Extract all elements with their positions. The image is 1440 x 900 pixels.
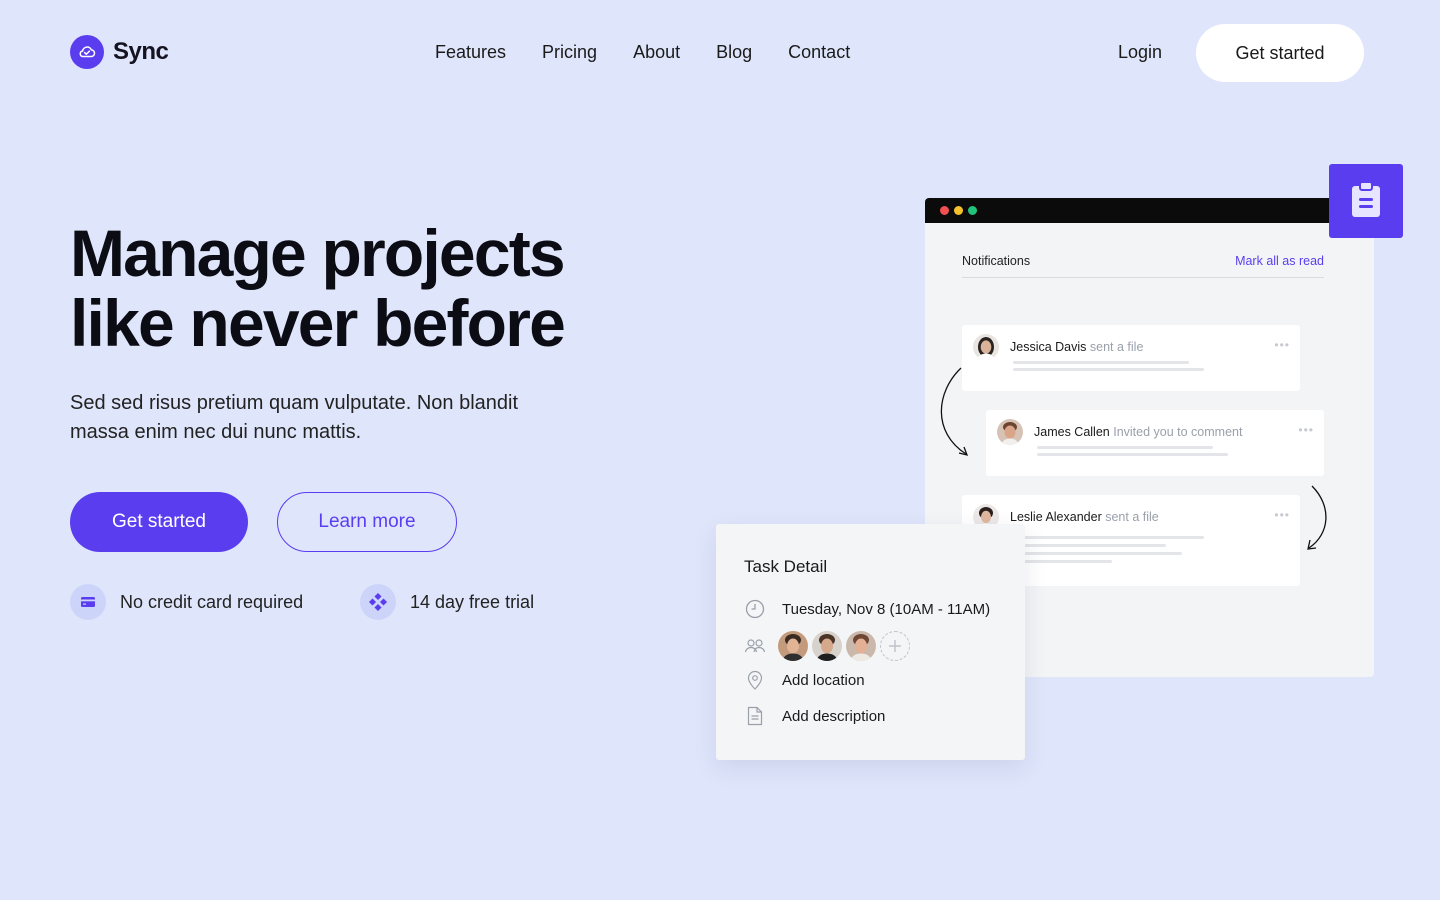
nav-features[interactable]: Features: [435, 42, 506, 63]
add-member-button[interactable]: [880, 631, 910, 661]
minimize-dot-icon: [954, 206, 963, 215]
notification-action: Invited you to comment: [1113, 425, 1243, 439]
users-icon: [744, 635, 766, 657]
placeholder-line: [1024, 552, 1182, 555]
mark-all-read-link[interactable]: Mark all as read: [1235, 254, 1324, 268]
notifications-header: Notifications Mark all as read: [962, 254, 1324, 278]
avatar[interactable]: [812, 631, 842, 661]
member-avatars: [778, 631, 910, 661]
placeholder-line: [1013, 361, 1189, 364]
placeholder-line: [1024, 560, 1112, 563]
task-description-row[interactable]: Add description: [744, 705, 885, 727]
perk-label: 14 day free trial: [410, 591, 535, 612]
notification-name: Leslie Alexander: [1010, 510, 1102, 524]
notifications-title: Notifications: [962, 254, 1031, 268]
perk-label: No credit card required: [120, 591, 304, 612]
location-pin-icon: [744, 669, 766, 691]
add-description-label: Add description: [782, 707, 886, 725]
header-get-started-button[interactable]: Get started: [1196, 24, 1364, 82]
task-members-row: [744, 631, 910, 661]
more-icon[interactable]: •••: [1274, 508, 1290, 522]
avatar: [973, 334, 999, 360]
avatar[interactable]: [846, 631, 876, 661]
nav-pricing[interactable]: Pricing: [542, 42, 597, 63]
curved-arrow-icon: [1307, 485, 1327, 550]
clipboard-badge: [1329, 164, 1403, 238]
placeholder-line: [1024, 536, 1204, 539]
close-dot-icon: [940, 206, 949, 215]
notification-action: sent a file: [1089, 340, 1144, 354]
avatar[interactable]: [778, 631, 808, 661]
placeholder-line: [1013, 368, 1204, 371]
perk-no-credit-card: No credit card required: [70, 584, 303, 620]
hero-title: Manage projects like never before: [70, 218, 630, 358]
brand-logo[interactable]: Sync: [70, 35, 169, 69]
learn-more-button[interactable]: Learn more: [277, 492, 457, 552]
window-titlebar: [925, 198, 1374, 223]
notification-action: sent a file: [1105, 510, 1159, 524]
hero-subtitle: Sed sed risus pretium quam vulputate. No…: [70, 392, 519, 443]
notification-text: Leslie Alexander sent a file: [1010, 510, 1159, 524]
add-location-label: Add location: [782, 671, 865, 689]
avatar: [997, 419, 1023, 445]
clipboard-icon: [1351, 180, 1381, 222]
diamond-grid-icon: [360, 584, 396, 620]
task-detail-title: Task Detail: [744, 557, 828, 576]
hero-title-line-1: Manage projects: [70, 216, 566, 290]
task-date-row[interactable]: Tuesday, Nov 8 (10AM - 11AM): [744, 598, 990, 620]
more-icon[interactable]: •••: [1298, 423, 1314, 437]
notification-name: Jessica Davis: [1010, 340, 1087, 354]
placeholder-line: [1037, 453, 1228, 456]
more-icon[interactable]: •••: [1274, 338, 1290, 352]
nav-contact[interactable]: Contact: [788, 42, 850, 63]
task-detail-card: Task Detail Tuesday, Nov 8 (10AM - 11AM): [716, 524, 1025, 760]
notification-text: Jessica Davis sent a file: [1010, 340, 1143, 354]
login-link[interactable]: Login: [1118, 42, 1162, 63]
notification-text: James Callen Invited you to comment: [1034, 425, 1242, 439]
document-icon: [744, 705, 766, 727]
main-nav: Features Pricing About Blog Contact: [435, 42, 850, 63]
cloud-check-icon: [70, 35, 104, 69]
nav-about[interactable]: About: [633, 42, 680, 63]
hero-title-line-2: like never before: [70, 286, 566, 360]
perk-free-trial: 14 day free trial: [360, 584, 534, 620]
task-location-row[interactable]: Add location: [744, 669, 865, 691]
placeholder-line: [1024, 544, 1166, 547]
task-date: Tuesday, Nov 8 (10AM - 11AM): [782, 600, 991, 618]
notification-name: James Callen: [1034, 425, 1110, 439]
nav-blog[interactable]: Blog: [716, 42, 752, 63]
credit-card-icon: [70, 584, 106, 620]
get-started-button[interactable]: Get started: [70, 492, 248, 552]
notification-card[interactable]: James Callen Invited you to comment •••: [986, 410, 1324, 476]
curved-arrow-icon: [940, 367, 969, 456]
clock-icon: [744, 598, 766, 620]
brand-name: Sync: [113, 38, 169, 65]
placeholder-line: [1037, 446, 1213, 449]
maximize-dot-icon: [968, 206, 977, 215]
plus-icon: [889, 640, 901, 652]
notification-card[interactable]: Jessica Davis sent a file •••: [962, 325, 1300, 391]
